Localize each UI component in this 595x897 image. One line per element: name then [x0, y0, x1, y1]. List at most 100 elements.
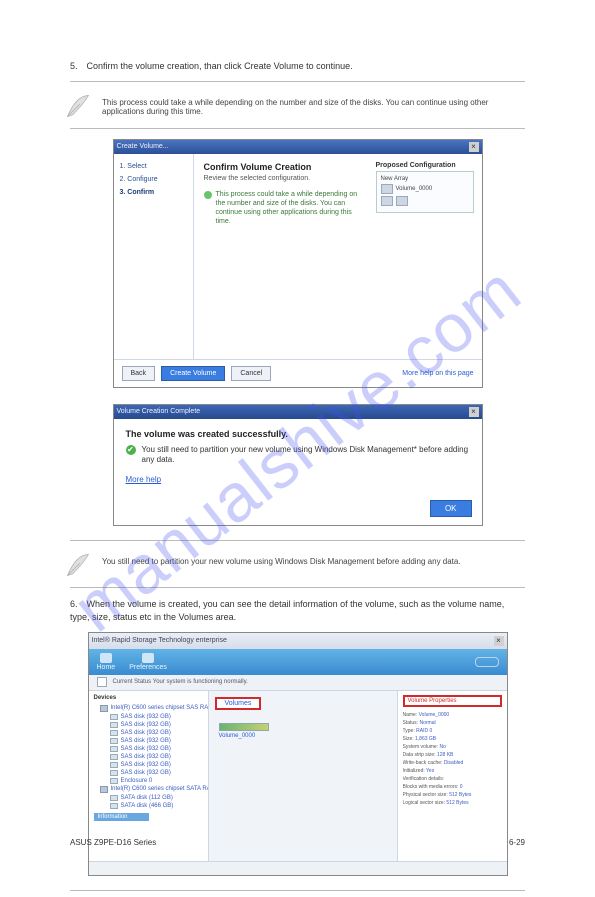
- more-help-link[interactable]: More help on this page: [402, 370, 473, 377]
- hdd-icon: [110, 714, 118, 720]
- prop-row: Verification details:: [403, 775, 502, 783]
- disk-node[interactable]: SAS disk (932 GB): [94, 729, 203, 737]
- disk-node[interactable]: SAS disk (932 GB): [94, 761, 203, 769]
- volume-icon: [381, 184, 393, 194]
- prop-row: System volume: No: [403, 743, 502, 751]
- create-volume-wizard: Create Volume... × 1. Select 2. Configur…: [113, 139, 483, 388]
- prop-row: Initialized: Yes: [403, 767, 502, 775]
- disk-icon: [396, 196, 408, 206]
- footer-right: 6-29: [509, 838, 525, 847]
- gear-icon: [142, 653, 154, 663]
- volumes-panel: Volumes Volume_0000: [209, 691, 397, 861]
- hdd-icon: [110, 770, 118, 776]
- disk-node[interactable]: SAS disk (932 GB): [94, 745, 203, 753]
- step-6: 6. When the volume is created, you can s…: [70, 598, 525, 623]
- hdd-icon: [110, 722, 118, 728]
- array-label: New Array: [381, 176, 469, 182]
- info-icon: [204, 191, 212, 199]
- create-volume-button[interactable]: Create Volume: [161, 366, 225, 381]
- window-title: Create Volume...: [117, 143, 169, 150]
- volume-name: Volume_0000: [396, 186, 433, 192]
- hdd-icon: [110, 738, 118, 744]
- ok-button[interactable]: OK: [430, 500, 472, 517]
- refresh-icon[interactable]: [97, 677, 107, 687]
- titlebar: Intel® Rapid Storage Technology enterpri…: [89, 633, 507, 649]
- footer-left: ASUS Z9PE-D16 Series: [70, 838, 156, 847]
- intel-logo: [475, 657, 499, 667]
- prop-row: Status: Normal: [403, 719, 502, 727]
- wizard-footer: Back Create Volume Cancel More help on t…: [114, 359, 482, 387]
- note-icon-feather: This process could take a while dependin…: [70, 92, 525, 120]
- cancel-button[interactable]: Cancel: [231, 366, 271, 381]
- status-text: Current Status Your system is functionin…: [113, 679, 248, 685]
- disk-node[interactable]: SAS disk (932 GB): [94, 753, 203, 761]
- prop-row: Physical sector size: 512 Bytes: [403, 791, 502, 799]
- ribbon: Home Preferences: [89, 649, 507, 675]
- divider: [70, 128, 525, 129]
- controller-icon: [100, 786, 108, 793]
- back-button[interactable]: Back: [122, 366, 156, 381]
- tab-preferences[interactable]: Preferences: [129, 653, 167, 671]
- window-title: Intel® Rapid Storage Technology enterpri…: [92, 637, 227, 644]
- status-bar: Current Status Your system is functionin…: [89, 675, 507, 691]
- disk-node[interactable]: SATA disk (112 GB): [94, 794, 203, 802]
- close-icon[interactable]: ×: [469, 142, 479, 152]
- controller-icon: [100, 705, 108, 712]
- controller-node[interactable]: Intel(R) C600 series chipset SAS RAID (C…: [94, 704, 203, 713]
- proposed-title: Proposed Configuration: [376, 162, 474, 169]
- step-confirm[interactable]: 3. Confirm: [120, 186, 187, 199]
- close-icon[interactable]: ×: [494, 636, 504, 646]
- devices-header: Devices: [94, 695, 203, 701]
- tab-home[interactable]: Home: [97, 653, 116, 671]
- hdd-icon: [110, 746, 118, 752]
- prop-row: Logical sector size: 512 Bytes: [403, 799, 502, 807]
- note-text: This process could take a while dependin…: [102, 92, 525, 116]
- volume-name: Volume_0000: [219, 733, 269, 739]
- information-button[interactable]: Information: [94, 813, 149, 821]
- titlebar: Create Volume... ×: [114, 140, 482, 154]
- divider: [70, 540, 525, 541]
- info-text: This process could take a while dependin…: [216, 190, 362, 226]
- step-text: When the volume is created, you can see …: [70, 599, 504, 622]
- more-help-link[interactable]: More help: [126, 475, 470, 484]
- titlebar: Volume Creation Complete ×: [114, 405, 482, 419]
- enclosure-node[interactable]: Enclosure 0: [94, 777, 203, 785]
- enclosure-icon: [110, 778, 118, 784]
- disk-node[interactable]: SATA disk (466 GB): [94, 802, 203, 810]
- controller-node[interactable]: Intel(R) C600 series chipset SATA RAID (…: [94, 785, 203, 794]
- prop-row: Data strip size: 128 KB: [403, 751, 502, 759]
- step-select[interactable]: 1. Select: [120, 160, 187, 173]
- dialog-detail: You still need to partition your new vol…: [142, 445, 470, 466]
- step-configure[interactable]: 2. Configure: [120, 173, 187, 186]
- prop-row: Write-back cache: Disabled: [403, 759, 502, 767]
- step-num: 5.: [70, 60, 84, 73]
- disk-node[interactable]: SAS disk (932 GB): [94, 721, 203, 729]
- note-text: You still need to partition your new vol…: [102, 551, 525, 566]
- footer-bar: [89, 861, 507, 875]
- prop-row: Type: RAID 0: [403, 727, 502, 735]
- volume-item[interactable]: Volume_0000: [219, 723, 269, 739]
- prop-row: Name: Volume_0000: [403, 711, 502, 719]
- divider: [70, 81, 525, 82]
- hdd-icon: [110, 754, 118, 760]
- check-icon: ✔: [126, 445, 136, 455]
- disk-node[interactable]: SAS disk (932 GB): [94, 713, 203, 721]
- props-title: Volume Properties: [403, 695, 502, 707]
- hdd-icon: [110, 730, 118, 736]
- divider: [70, 587, 525, 588]
- home-icon: [100, 653, 112, 663]
- close-icon[interactable]: ×: [469, 407, 479, 417]
- completion-dialog: Volume Creation Complete × The volume wa…: [113, 404, 483, 527]
- proposed-config: Proposed Configuration New Array Volume_…: [376, 162, 474, 213]
- step-text: Confirm the volume creation, than click …: [87, 61, 353, 71]
- disk-node[interactable]: SAS disk (932 GB): [94, 737, 203, 745]
- note-icon-feather: You still need to partition your new vol…: [70, 551, 525, 579]
- wizard-steps: 1. Select 2. Configure 3. Confirm: [114, 154, 194, 359]
- volume-bar-icon: [219, 723, 269, 731]
- prop-row: Blocks with media errors: 0: [403, 783, 502, 791]
- properties-panel: Volume Properties Name: Volume_0000 Stat…: [397, 691, 507, 861]
- dialog-message: The volume was created successfully.: [126, 429, 470, 439]
- divider: [70, 890, 525, 891]
- disk-node[interactable]: SAS disk (932 GB): [94, 769, 203, 777]
- step-5: 5. Confirm the volume creation, than cli…: [70, 60, 525, 73]
